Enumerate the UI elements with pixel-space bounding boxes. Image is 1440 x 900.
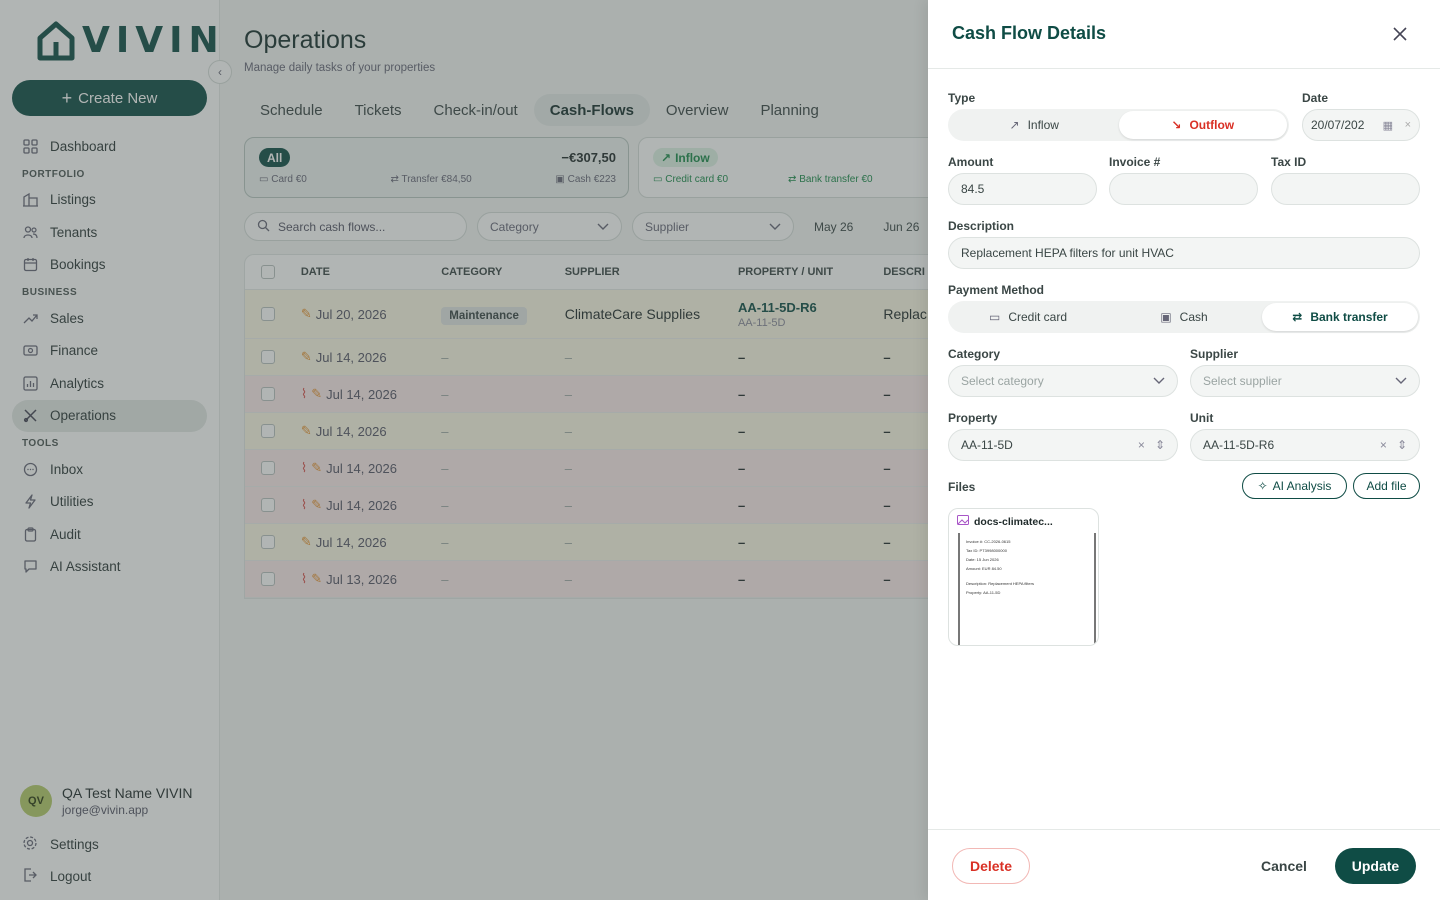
preview-line: Date: 15 Jun 2026 — [966, 557, 999, 562]
invoice-label: Invoice # — [1109, 155, 1161, 169]
cancel-button[interactable]: Cancel — [1244, 848, 1324, 884]
date-label: Date — [1302, 91, 1329, 105]
delete-button[interactable]: Delete — [952, 848, 1030, 884]
clear-icon[interactable]: × — [1405, 119, 1411, 131]
invoice-field[interactable] — [1109, 173, 1258, 205]
close-icon — [1393, 27, 1407, 41]
file-name: docs-climatec... — [974, 515, 1053, 528]
cash-icon: ▣ — [1160, 310, 1172, 324]
description-value: Replacement HEPA filters for unit HVAC — [961, 246, 1174, 260]
taxid-label: Tax ID — [1271, 155, 1307, 169]
unit-select[interactable]: AA-11-5D-R6 × ⇕ — [1190, 429, 1420, 461]
ai-analysis-label: AI Analysis — [1272, 479, 1332, 493]
date-field[interactable]: 20/07/202 ▦ × — [1302, 109, 1420, 141]
cash-flow-details-drawer: Cash Flow Details Type ↗ Inflow ↘ Outflo… — [928, 0, 1440, 900]
outflow-option-label: Outflow — [1189, 118, 1235, 132]
description-field[interactable]: Replacement HEPA filters for unit HVAC — [948, 237, 1420, 269]
trend-up-icon: ↗ — [1009, 118, 1020, 132]
amount-label: Amount — [948, 155, 994, 169]
file-preview: Invoice #: CC-2026-0615 Tax ID: PT399800… — [958, 533, 1096, 645]
close-button[interactable] — [1390, 24, 1410, 44]
calendar-icon[interactable]: ▦ — [1383, 119, 1393, 132]
taxid-field[interactable] — [1271, 173, 1420, 205]
unit-label: Unit — [1190, 411, 1214, 425]
category-placeholder: Select category — [961, 374, 1044, 388]
unit-controls: × ⇕ — [1380, 438, 1407, 452]
credit-card-option[interactable]: ▭ Credit card — [950, 303, 1106, 331]
add-file-button[interactable]: Add file — [1353, 473, 1420, 499]
sparkle-icon: ✧ — [1257, 479, 1268, 493]
file-title: docs-climatec... — [957, 515, 1053, 528]
sort-arrows-icon[interactable]: ⇕ — [1155, 438, 1165, 452]
outflow-option[interactable]: ↘ Outflow — [1118, 111, 1287, 139]
inflow-option[interactable]: ↗ Inflow — [950, 111, 1119, 139]
payment-method-toggle: ▭ Credit card ▣ Cash ⇄ Bank transfer — [948, 301, 1420, 333]
files-label: Files — [948, 480, 976, 494]
drawer-footer: Delete Cancel Update — [928, 829, 1440, 900]
preview-line: Amount: EUR 84.50 — [966, 566, 1002, 571]
chevron-down-icon — [1153, 374, 1165, 388]
property-label: Property — [948, 411, 998, 425]
description-label: Description — [948, 219, 1015, 233]
add-file-label: Add file — [1366, 479, 1407, 493]
preview-line: Description: Replacement HEPA filters — [966, 581, 1034, 586]
drawer-title: Cash Flow Details — [952, 23, 1107, 43]
category-select[interactable]: Select category — [948, 365, 1178, 397]
modal-overlay[interactable] — [0, 0, 928, 900]
supplier-placeholder: Select supplier — [1203, 374, 1282, 388]
amount-field[interactable]: 84.5 — [948, 173, 1097, 205]
trend-down-icon: ↘ — [1171, 118, 1182, 132]
property-select[interactable]: AA-11-5D × ⇕ — [948, 429, 1178, 461]
amount-value: 84.5 — [961, 182, 985, 196]
ai-analysis-button[interactable]: ✧ AI Analysis — [1242, 473, 1347, 499]
file-card[interactable]: docs-climatec... Invoice #: CC-2026-0615… — [948, 508, 1099, 646]
preview-line: Invoice #: CC-2026-0615 — [966, 539, 1011, 544]
property-value: AA-11-5D — [961, 438, 1013, 452]
sort-arrows-icon[interactable]: ⇕ — [1397, 438, 1407, 452]
type-toggle: ↗ Inflow ↘ Outflow — [948, 109, 1289, 141]
category-label: Category — [948, 347, 1001, 361]
inflow-option-label: Inflow — [1027, 118, 1059, 132]
type-label: Type — [948, 91, 976, 105]
image-icon — [957, 515, 969, 528]
credit-card-option-label: Credit card — [1008, 310, 1068, 324]
clear-icon[interactable]: × — [1380, 438, 1387, 452]
cash-option-label: Cash — [1179, 310, 1208, 324]
chevron-down-icon — [1395, 374, 1407, 388]
update-button[interactable]: Update — [1335, 848, 1416, 884]
drawer-header: Cash Flow Details — [928, 0, 1440, 69]
supplier-label: Supplier — [1190, 347, 1239, 361]
preview-line: Property: AA-11-5D — [966, 590, 1001, 595]
bank-transfer-option-label: Bank transfer — [1310, 310, 1388, 324]
bank-transfer-option[interactable]: ⇄ Bank transfer — [1262, 303, 1418, 331]
payment-method-label: Payment Method — [948, 283, 1045, 297]
property-controls: × ⇕ — [1138, 438, 1165, 452]
clear-icon[interactable]: × — [1138, 438, 1145, 452]
date-value: 20/07/202 — [1311, 118, 1365, 132]
transfer-icon: ⇄ — [1292, 310, 1303, 324]
unit-value: AA-11-5D-R6 — [1203, 438, 1275, 452]
credit-card-icon: ▭ — [988, 310, 1001, 324]
cash-option[interactable]: ▣ Cash — [1106, 303, 1262, 331]
supplier-select[interactable]: Select supplier — [1190, 365, 1420, 397]
preview-line: Tax ID: PT3998000000 — [966, 548, 1007, 553]
